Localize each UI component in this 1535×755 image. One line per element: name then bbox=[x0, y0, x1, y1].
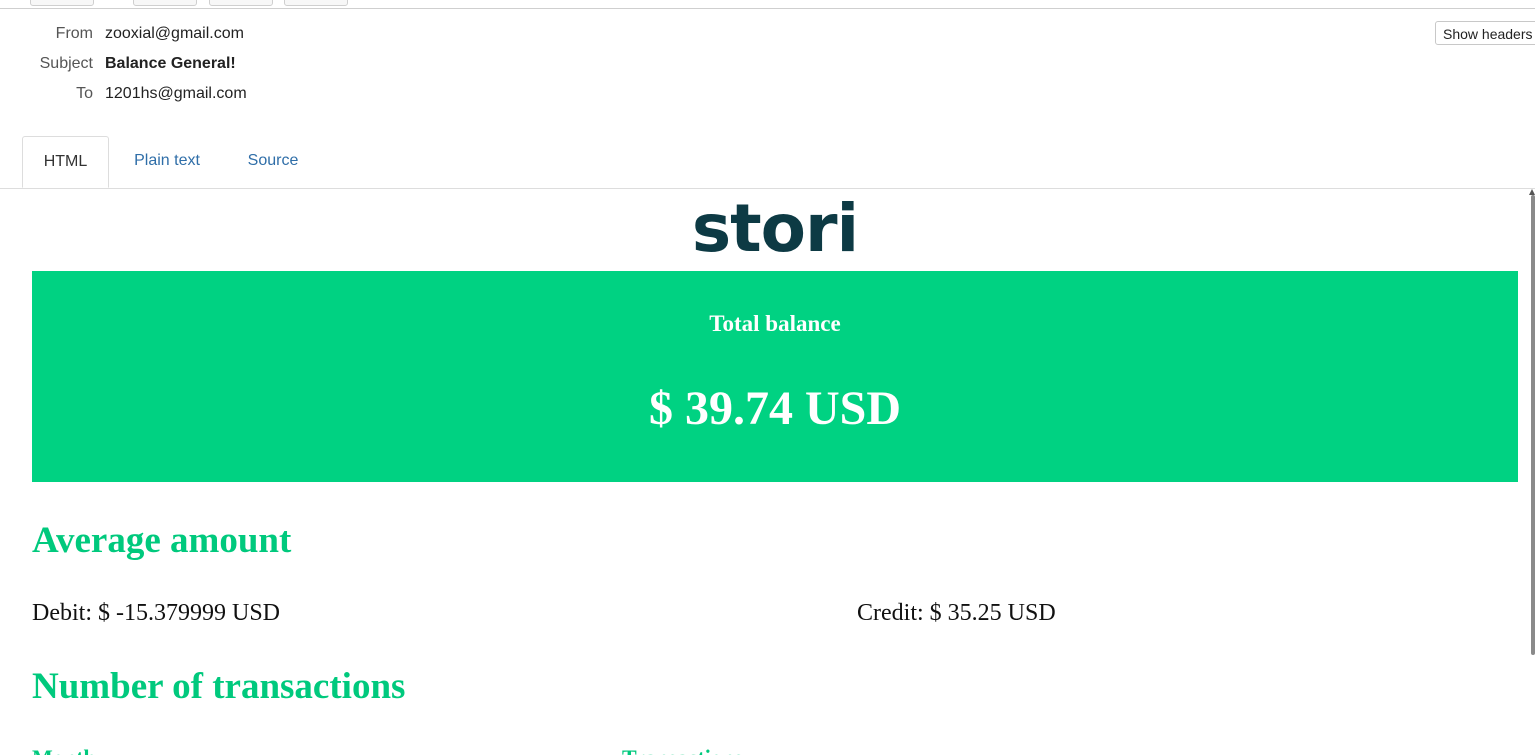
credit-average: Credit: $ 35.25 USD bbox=[857, 600, 1056, 626]
toolbar-button[interactable] bbox=[133, 0, 197, 6]
subject-value: Balance General! bbox=[105, 55, 236, 72]
toolbar-button[interactable] bbox=[209, 0, 273, 6]
tab-plain-text[interactable]: Plain text bbox=[122, 136, 212, 188]
balance-label: Total balance bbox=[709, 311, 841, 336]
subject-label: Subject bbox=[39, 55, 93, 72]
to-label: To bbox=[76, 85, 93, 102]
vertical-scrollbar[interactable] bbox=[1531, 195, 1535, 655]
average-amount-heading: Average amount bbox=[32, 520, 292, 561]
balance-amount: $ 39.74 USD bbox=[648, 382, 902, 435]
stori-logo: stori bbox=[691, 190, 859, 267]
email-body: stori Total balance $ 39.74 USD Average … bbox=[0, 189, 1535, 755]
to-address[interactable]: 1201hs@gmail.com bbox=[105, 82, 247, 106]
message-toolbar bbox=[0, 0, 1535, 9]
table-header-transactions: Transactions bbox=[622, 745, 743, 755]
debit-average: Debit: $ -15.379999 USD bbox=[32, 600, 280, 626]
show-headers-button[interactable]: Show headers bbox=[1435, 21, 1535, 45]
table-header-month: Month bbox=[32, 745, 96, 755]
tab-html[interactable]: HTML bbox=[22, 136, 109, 188]
from-label: From bbox=[55, 25, 93, 42]
view-tabs: HTML Plain text Source bbox=[0, 136, 1535, 189]
transactions-heading: Number of transactions bbox=[32, 666, 406, 707]
from-address[interactable]: zooxial@gmail.com bbox=[105, 22, 244, 46]
toolbar-button[interactable] bbox=[284, 0, 348, 6]
balance-banner: Total balance $ 39.74 USD bbox=[32, 271, 1518, 482]
tab-source[interactable]: Source bbox=[236, 136, 310, 188]
toolbar-button[interactable] bbox=[30, 0, 94, 6]
